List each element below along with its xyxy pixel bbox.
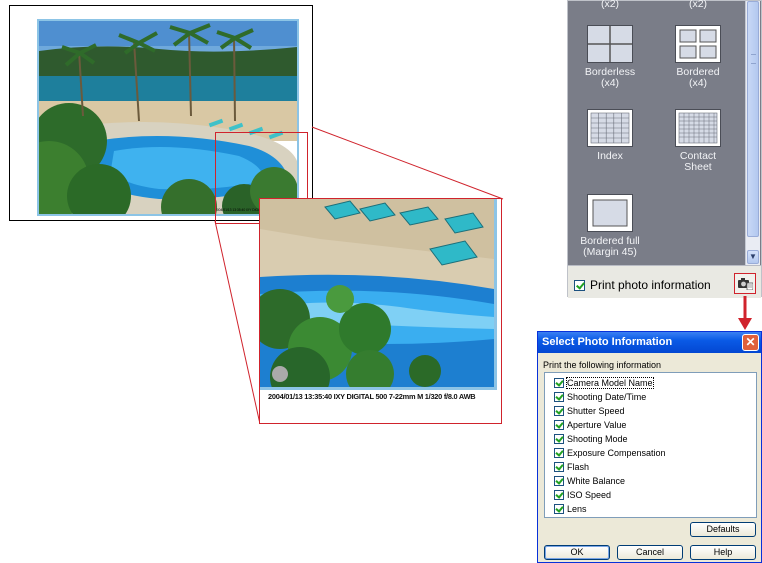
info-item-flash[interactable]: Flash <box>554 460 589 473</box>
layout-label: Borderless (x4) <box>584 66 636 89</box>
partial-layout-label-2: (x2) <box>688 0 708 10</box>
magnified-photo-detail: 2004/01/13 13:35:40 IXY DIGITAL 500 7-22… <box>259 198 502 424</box>
checkbox-checked-icon[interactable] <box>554 475 564 486</box>
chevron-down-icon: ▼ <box>749 252 757 261</box>
layout-scrollbar[interactable]: ▼ <box>745 1 760 265</box>
info-item-label: Lens <box>567 503 587 514</box>
close-button[interactable]: ✕ <box>742 334 759 351</box>
info-item-label: Exposure Compensation <box>567 447 666 458</box>
panel-footer: Print photo information <box>568 265 761 298</box>
info-item-label: Flash <box>567 461 590 472</box>
partial-layout-label-1: (x2) <box>600 0 620 10</box>
info-item-label: Aperture Value <box>567 419 627 430</box>
magnified-photo <box>260 199 497 390</box>
info-item-shutter-speed[interactable]: Shutter Speed <box>554 404 625 417</box>
info-item-aperture-value[interactable]: Aperture Value <box>554 418 626 431</box>
select-photo-information-dialog: Select Photo Information ✕ Print the fol… <box>537 331 762 563</box>
info-item-iso-speed[interactable]: ISO Speed <box>554 488 611 501</box>
checkbox-checked-icon[interactable] <box>554 503 564 514</box>
layout-list: (x2) (x2) Borderless (x4) Bordered (x4) … <box>565 0 746 265</box>
info-item-label: Shooting Mode <box>567 433 628 444</box>
contact-sheet-icon <box>675 109 721 147</box>
print-photo-information-checkbox[interactable]: Print photo information <box>574 278 711 292</box>
help-button[interactable]: Help <box>690 545 756 560</box>
info-item-shooting-mode[interactable]: Shooting Mode <box>554 432 628 445</box>
checkbox-checked-icon[interactable] <box>554 405 564 416</box>
checkbox-checked-icon[interactable] <box>554 391 564 402</box>
close-icon: ✕ <box>745 335 756 349</box>
dialog-prompt: Print the following information <box>543 360 662 370</box>
checkbox-checked-icon[interactable] <box>574 279 585 291</box>
camera-icon <box>738 278 753 290</box>
info-item-white-balance[interactable]: White Balance <box>554 474 625 487</box>
dialog-title-bar[interactable]: Select Photo Information ✕ <box>538 332 761 353</box>
scrollbar-thumb[interactable] <box>747 1 759 237</box>
layout-bordered-x4[interactable]: Bordered (x4) <box>653 25 743 89</box>
info-item-label: White Balance <box>567 475 626 486</box>
bordered-full-icon <box>587 194 633 232</box>
info-item-label: Shooting Date/Time <box>567 391 647 402</box>
info-item-label: ISO Speed <box>567 489 612 500</box>
checkbox-checked-icon[interactable] <box>554 489 564 500</box>
layout-label: Bordered full (Margin 45) <box>580 235 640 258</box>
photo-info-caption-large: 2004/01/13 13:35:40 IXY DIGITAL 500 7-22… <box>268 392 476 401</box>
checkbox-checked-icon[interactable] <box>554 461 564 472</box>
info-item-camera-model-name[interactable]: Camera Model Name <box>554 376 654 389</box>
photo-information-list: Camera Model Name Shooting Date/Time Shu… <box>544 372 757 518</box>
cancel-button[interactable]: Cancel <box>617 545 683 560</box>
print-page-preview: 2004/01/13 13:35:40 IXY DIGITAL 500 7-22… <box>9 5 313 224</box>
info-item-shooting-date-time[interactable]: Shooting Date/Time <box>554 390 646 403</box>
ok-button[interactable]: OK <box>544 545 610 560</box>
grid-2x2-borderless-icon <box>587 25 633 63</box>
layout-label: Index <box>597 150 623 162</box>
checkbox-checked-icon[interactable] <box>554 377 564 388</box>
layout-label: Bordered (x4) <box>676 66 720 89</box>
grid-2x2-bordered-icon <box>675 25 721 63</box>
layout-label: Contact Sheet <box>679 150 717 173</box>
info-item-label: Camera Model Name <box>566 376 654 389</box>
layout-bordered-full-margin-45[interactable]: Bordered full (Margin 45) <box>565 194 655 258</box>
checkbox-checked-icon[interactable] <box>554 433 564 444</box>
defaults-button[interactable]: Defaults <box>690 522 756 537</box>
index-grid-icon <box>587 109 633 147</box>
info-item-exposure-compensation[interactable]: Exposure Compensation <box>554 446 666 459</box>
checkbox-checked-icon[interactable] <box>554 419 564 430</box>
print-photo-information-label: Print photo information <box>590 278 711 292</box>
layout-chooser-panel: (x2) (x2) Borderless (x4) Bordered (x4) … <box>565 0 762 298</box>
dialog-title: Select Photo Information <box>542 336 673 348</box>
layout-index[interactable]: Index <box>565 109 655 162</box>
photo-information-settings-button[interactable] <box>734 273 756 294</box>
info-item-label: Shutter Speed <box>567 405 625 416</box>
info-item-lens[interactable]: Lens <box>554 502 587 515</box>
red-arrow-down-icon <box>738 296 752 330</box>
layout-borderless-x4[interactable]: Borderless (x4) <box>565 25 655 89</box>
checkbox-checked-icon[interactable] <box>554 447 564 458</box>
scroll-down-button[interactable]: ▼ <box>747 250 759 264</box>
grip-icon <box>751 54 756 64</box>
layout-contact-sheet[interactable]: Contact Sheet <box>653 109 743 173</box>
